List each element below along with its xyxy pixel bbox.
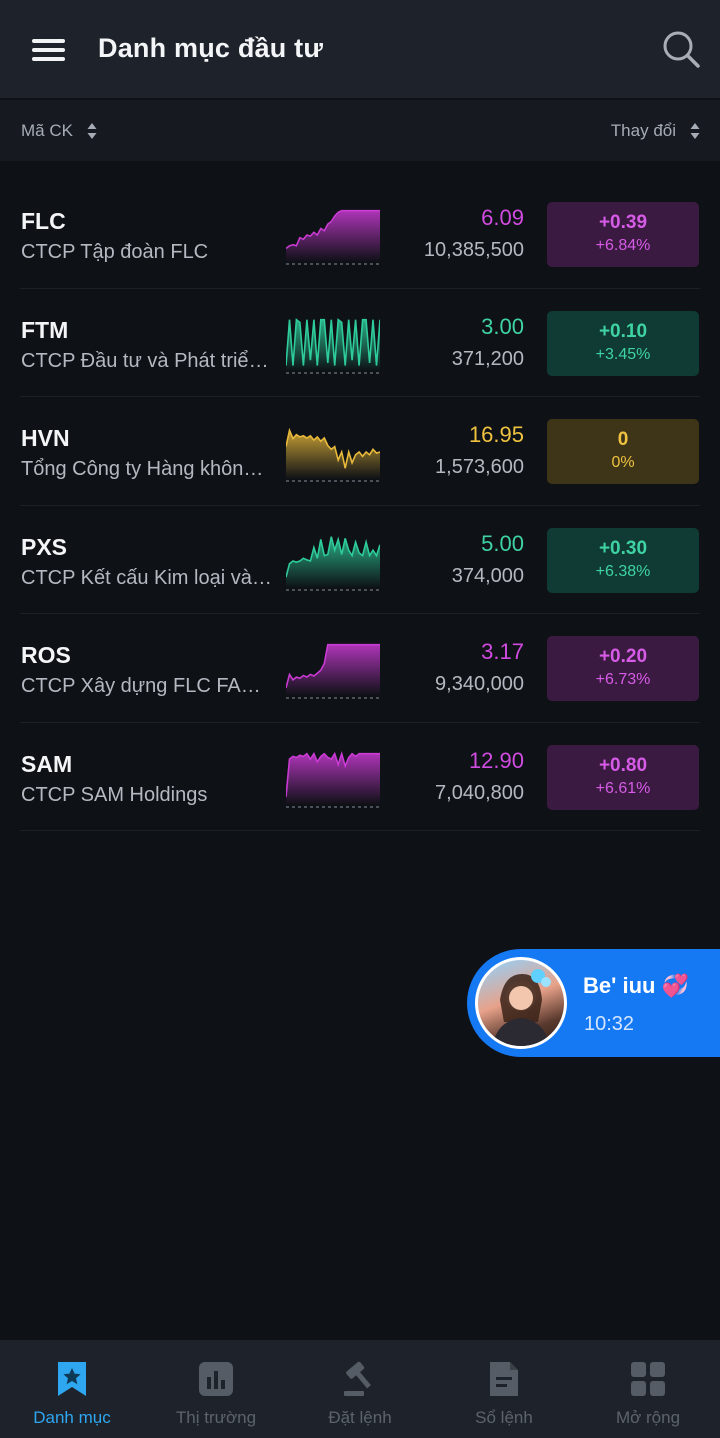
stock-row[interactable]: FTM CTCP Đầu tư và Phát triển Sản xuất H…	[20, 289, 700, 397]
change-percent: +3.45%	[595, 345, 651, 363]
sort-change-label: Thay đổi	[610, 121, 676, 140]
sort-arrows-icon	[87, 123, 97, 139]
stock-symbol: FTM	[21, 316, 69, 343]
stock-row[interactable]: PXS CTCP Kết cấu Kim loại và Lắp máy Dầu…	[20, 506, 700, 614]
chat-head-bubble[interactable]: Be' iuu 💞 10:32	[467, 949, 720, 1057]
search-icon[interactable]	[660, 28, 702, 70]
change-badge[interactable]: +0.30 +6.38%	[547, 527, 699, 593]
stock-symbol: ROS	[21, 642, 71, 668]
chat-time: 10:32	[584, 1013, 635, 1035]
stock-volume: 7,040,800	[435, 781, 524, 804]
stock-price: 5.00	[481, 530, 524, 556]
app-header: Danh mục đầu tư	[0, 0, 720, 98]
company-name: Tổng Công ty Hàng không Việt Nam	[21, 458, 273, 480]
nav-place-order[interactable]: Đặt lệnh	[288, 1340, 432, 1438]
price-sparkline	[286, 209, 380, 265]
bottom-navigation: Danh mục Thị trường Đặt lệnh Sổ lệnh Mở …	[0, 1340, 720, 1438]
page-title: Danh mục đầu tư	[98, 33, 324, 63]
change-badge[interactable]: +0.20 +6.73%	[547, 636, 699, 701]
stock-row[interactable]: FLC CTCP Tập đoàn FLC 6.09 10,385,500 +0…	[20, 180, 700, 289]
change-percent: +6.73%	[595, 671, 651, 688]
chat-contact-name: Be' iuu 💞	[583, 973, 689, 998]
change-value: +0.30	[598, 537, 648, 559]
nav-label: Sổ lệnh	[475, 1408, 533, 1427]
change-badge[interactable]: +0.80 +6.61%	[547, 744, 699, 810]
change-percent: 0%	[611, 454, 635, 471]
app-root: Danh mục đầu tư Mã CK Thay đổi FLC CTCP …	[0, 0, 720, 1438]
company-name: CTCP Kết cấu Kim loại và Lắp máy Dầu khí	[21, 566, 273, 589]
price-sparkline	[286, 427, 380, 482]
document-icon	[490, 1362, 518, 1396]
change-value: +0.10	[598, 320, 648, 342]
change-badge[interactable]: +0.10 +3.45%	[547, 310, 699, 376]
sort-by-symbol-button[interactable]: Mã CK	[21, 121, 97, 141]
change-percent: +6.84%	[595, 237, 651, 254]
stock-volume: 9,340,000	[435, 673, 524, 695]
change-percent: +6.61%	[595, 779, 651, 797]
change-percent: +6.38%	[595, 562, 651, 580]
sort-by-change-button[interactable]: Thay đổi	[611, 121, 700, 141]
hamburger-menu-icon[interactable]	[32, 37, 66, 63]
stock-symbol: HVN	[21, 425, 70, 451]
bar-chart-icon	[199, 1362, 233, 1396]
stock-price: 16.95	[468, 422, 524, 447]
bookmark-star-icon	[58, 1362, 86, 1396]
nav-label: Danh mục	[33, 1408, 111, 1427]
company-name: CTCP Tập đoàn FLC	[21, 241, 209, 263]
stock-volume: 1,573,600	[435, 456, 524, 478]
price-sparkline	[286, 750, 380, 807]
sparkline-area	[286, 644, 380, 696]
price-sparkline	[286, 643, 380, 699]
change-badge[interactable]: +0.39 +6.84%	[547, 202, 699, 267]
nav-expand[interactable]: Mở rộng	[576, 1340, 720, 1438]
avatar	[475, 957, 567, 1049]
nav-label: Mở rộng	[615, 1408, 681, 1427]
nav-market[interactable]: Thị trường	[144, 1340, 288, 1438]
stock-symbol: PXS	[21, 533, 68, 560]
stock-price: 3.17	[481, 639, 524, 664]
sparkline-area	[286, 753, 380, 805]
company-name: CTCP SAM Holdings	[21, 783, 208, 806]
stock-volume: 10,385,500	[423, 239, 524, 261]
grid-icon	[631, 1362, 665, 1396]
price-sparkline	[286, 535, 380, 590]
sort-bar: Mã CK Thay đổi	[0, 100, 720, 161]
change-value: +0.80	[598, 754, 648, 776]
watchlist: FLC CTCP Tập đoàn FLC 6.09 10,385,500 +0…	[0, 180, 720, 831]
stock-price: 6.09	[481, 205, 524, 230]
stock-symbol: FLC	[21, 208, 66, 234]
change-value: +0.39	[598, 212, 648, 233]
sort-arrows-icon	[690, 123, 700, 139]
nav-watchlist[interactable]: Danh mục	[0, 1340, 144, 1438]
change-value: +0.20	[598, 646, 648, 667]
stock-row[interactable]: SAM CTCP SAM Holdings 12.90 7,040,800 +0…	[20, 723, 700, 831]
price-sparkline	[286, 317, 380, 373]
stock-symbol: SAM	[21, 750, 73, 777]
stock-volume: 374,000	[451, 564, 524, 587]
company-name: CTCP Xây dựng FLC FAROS	[21, 675, 273, 697]
company-name: CTCP Đầu tư và Phát triển Sản xuất Hàng …	[21, 349, 273, 372]
nav-label: Thị trường	[175, 1408, 257, 1427]
stock-volume: 371,200	[451, 347, 524, 370]
stock-row[interactable]: HVN Tổng Công ty Hàng không Việt Nam 16.…	[20, 397, 700, 506]
sort-symbol-label: Mã CK	[21, 121, 73, 140]
change-badge[interactable]: 0 0%	[547, 419, 699, 484]
change-value: 0	[617, 429, 629, 450]
gavel-icon	[344, 1361, 371, 1396]
stock-price: 12.90	[468, 747, 524, 773]
stock-price: 3.00	[481, 313, 524, 339]
nav-order-book[interactable]: Sổ lệnh	[432, 1340, 576, 1438]
sparkline-area	[286, 430, 380, 479]
stock-row[interactable]: ROS CTCP Xây dựng FLC FAROS 3.17 9,340,0…	[20, 614, 700, 723]
nav-label: Đặt lệnh	[328, 1408, 392, 1427]
